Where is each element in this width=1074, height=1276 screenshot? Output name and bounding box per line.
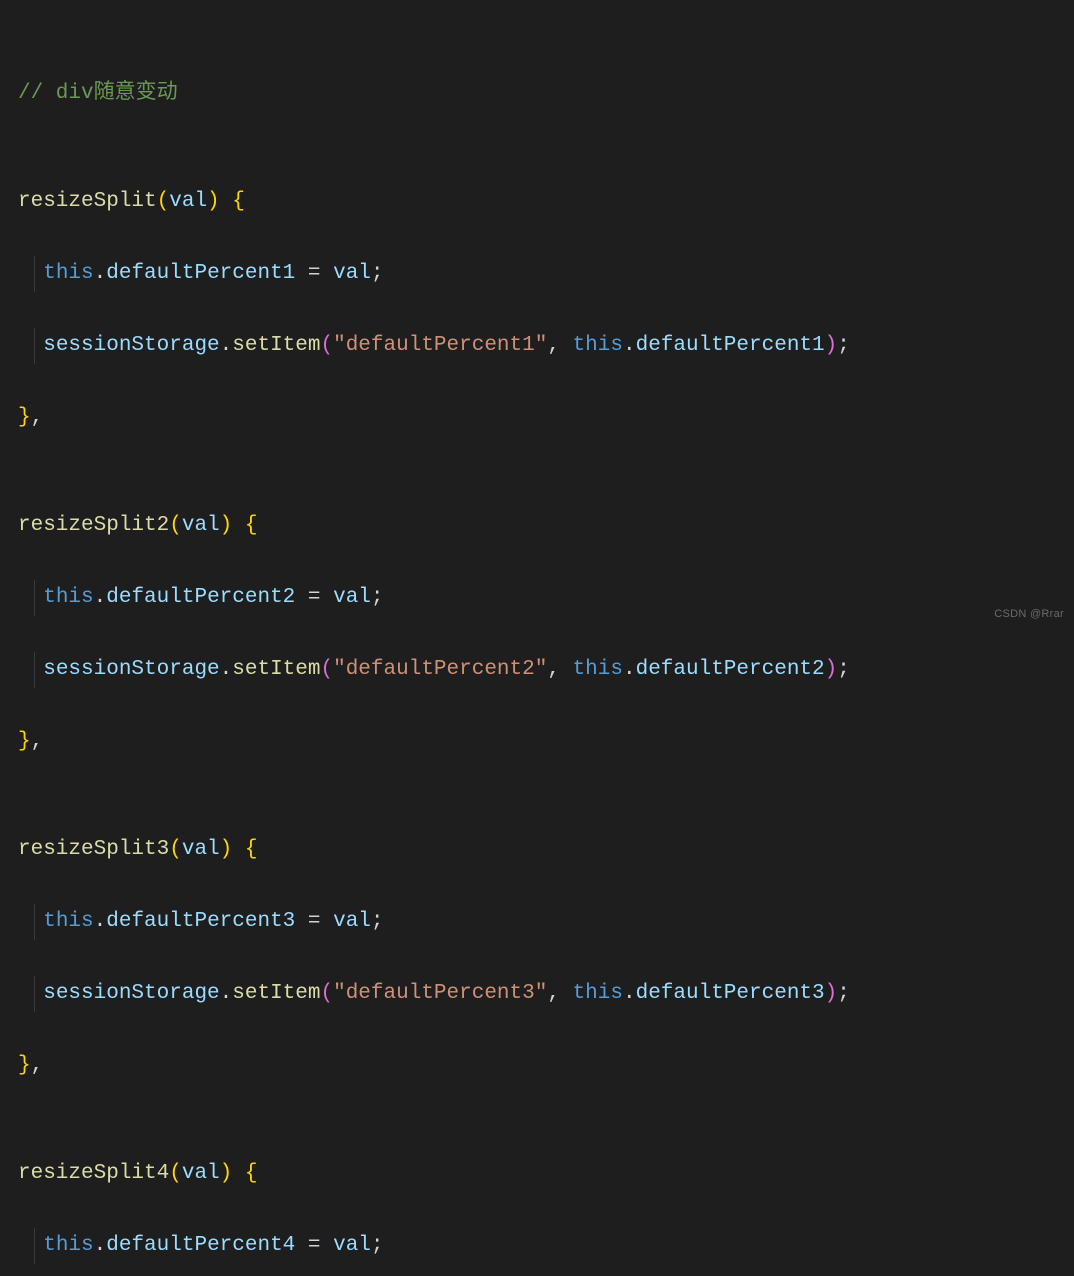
brace-close: }: [18, 1054, 31, 1077]
indent-guide: [34, 256, 35, 292]
paren-open: (: [169, 1162, 182, 1185]
this-keyword: this: [43, 1234, 93, 1257]
brace-close: }: [18, 730, 31, 753]
session-storage: sessionStorage: [43, 658, 219, 681]
indent-guide: [34, 904, 35, 940]
code-line: resizeSplit4(val) {: [0, 1156, 1074, 1192]
code-line: sessionStorage.setItem("defaultPercent3"…: [0, 976, 1074, 1012]
method-name: setItem: [232, 658, 320, 681]
string-literal: "defaultPercent1": [333, 334, 547, 357]
indent-guide: [34, 976, 35, 1012]
session-storage: sessionStorage: [43, 982, 219, 1005]
code-line: this.defaultPercent2 = val;: [0, 580, 1074, 616]
brace-open: {: [245, 838, 258, 861]
property: defaultPercent1: [106, 262, 295, 285]
paren-close: ): [220, 1162, 233, 1185]
brace-open: {: [232, 190, 245, 213]
code-line: this.defaultPercent4 = val;: [0, 1228, 1074, 1264]
brace-open: {: [245, 1162, 258, 1185]
paren-open: (: [169, 514, 182, 537]
indent-guide: [34, 328, 35, 364]
code-line: },: [0, 724, 1074, 760]
property: defaultPercent3: [636, 982, 825, 1005]
variable: val: [333, 910, 371, 933]
code-line: resizeSplit2(val) {: [0, 508, 1074, 544]
this-keyword: this: [43, 586, 93, 609]
paren-open: (: [157, 190, 170, 213]
function-name: resizeSplit3: [18, 838, 169, 861]
property: defaultPercent2: [106, 586, 295, 609]
property: defaultPercent2: [636, 658, 825, 681]
variable: val: [333, 1234, 371, 1257]
paren-close: ): [825, 982, 838, 1005]
paren-open: (: [320, 334, 333, 357]
paren-open: (: [320, 658, 333, 681]
code-line: resizeSplit3(val) {: [0, 832, 1074, 868]
method-name: setItem: [232, 982, 320, 1005]
comment: // div随意变动: [18, 82, 178, 105]
this-keyword: this: [43, 262, 93, 285]
indent-guide: [34, 1228, 35, 1264]
code-line: resizeSplit(val) {: [0, 184, 1074, 220]
variable: val: [333, 586, 371, 609]
string-literal: "defaultPercent2": [333, 658, 547, 681]
paren-close: ): [220, 838, 233, 861]
property: defaultPercent3: [106, 910, 295, 933]
param: val: [169, 190, 207, 213]
watermark: CSDN @Rrar: [994, 596, 1064, 632]
paren-open: (: [320, 982, 333, 1005]
indent-guide: [34, 580, 35, 616]
indent-guide: [34, 652, 35, 688]
string-literal: "defaultPercent3": [333, 982, 547, 1005]
method-name: setItem: [232, 334, 320, 357]
code-line: this.defaultPercent3 = val;: [0, 904, 1074, 940]
paren-close: ): [825, 334, 838, 357]
variable: val: [333, 262, 371, 285]
param: val: [182, 838, 220, 861]
function-name: resizeSplit: [18, 190, 157, 213]
code-line: sessionStorage.setItem("defaultPercent1"…: [0, 328, 1074, 364]
this-keyword: this: [573, 982, 623, 1005]
paren-open: (: [169, 838, 182, 861]
property: defaultPercent1: [636, 334, 825, 357]
function-name: resizeSplit2: [18, 514, 169, 537]
param: val: [182, 514, 220, 537]
this-keyword: this: [43, 910, 93, 933]
code-line: // div随意变动: [0, 76, 1074, 112]
session-storage: sessionStorage: [43, 334, 219, 357]
code-line: },: [0, 1048, 1074, 1084]
property: defaultPercent4: [106, 1234, 295, 1257]
code-line: sessionStorage.setItem("defaultPercent2"…: [0, 652, 1074, 688]
paren-close: ): [207, 190, 220, 213]
brace-open: {: [245, 514, 258, 537]
this-keyword: this: [573, 334, 623, 357]
brace-close: }: [18, 406, 31, 429]
code-line: this.defaultPercent1 = val;: [0, 256, 1074, 292]
paren-close: ): [220, 514, 233, 537]
paren-close: ): [825, 658, 838, 681]
code-line: },: [0, 400, 1074, 436]
function-name: resizeSplit4: [18, 1162, 169, 1185]
param: val: [182, 1162, 220, 1185]
this-keyword: this: [573, 658, 623, 681]
code-editor[interactable]: // div随意变动 resizeSplit(val) { this.defau…: [0, 4, 1074, 1276]
